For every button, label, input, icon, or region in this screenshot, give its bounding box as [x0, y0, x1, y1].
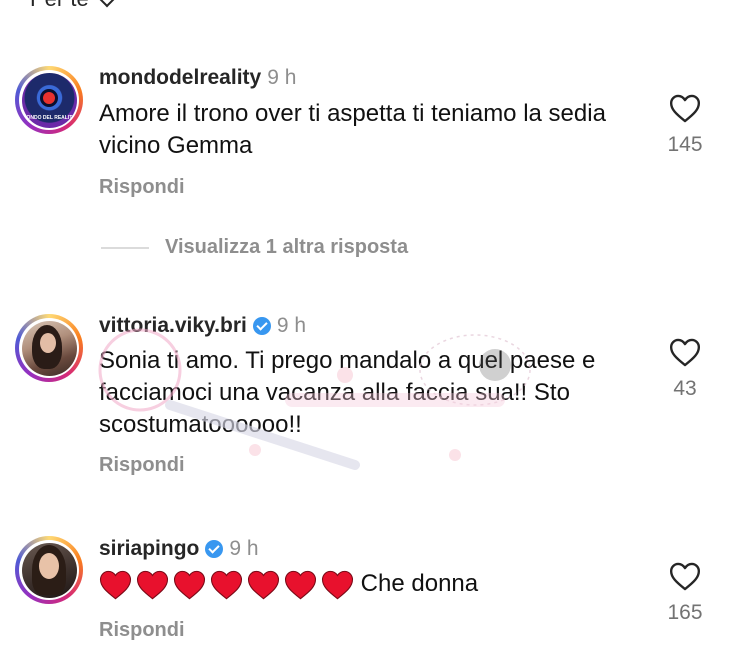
verified-badge-icon	[252, 317, 271, 335]
heart-outline-icon[interactable]	[669, 94, 701, 123]
reply-button[interactable]: Rispondi	[99, 454, 185, 477]
heart-outline-icon[interactable]	[669, 338, 701, 367]
sort-label: Per te	[30, 0, 89, 12]
comment-text: Che donna	[99, 568, 639, 600]
comment-header: mondodelreality 9 h	[99, 66, 296, 90]
heart-outline-icon[interactable]	[669, 562, 701, 591]
like-count: 165	[667, 601, 703, 624]
username-link[interactable]: siriapingo	[99, 537, 199, 561]
red-heart-emoji-icon	[321, 570, 354, 599]
red-heart-emoji-icon	[247, 570, 280, 599]
username-link[interactable]: vittoria.viky.bri	[99, 314, 247, 338]
comment-text: Sonia ti amo. Ti prego mandalo a quel pa…	[99, 347, 596, 438]
red-heart-emoji-icon	[284, 570, 317, 599]
divider	[101, 246, 149, 249]
comment-time: 9 h	[276, 314, 307, 337]
comment-text: Amore il trono over ti aspetta ti teniam…	[99, 100, 606, 159]
reply-button[interactable]: Rispondi	[99, 619, 185, 642]
like-control: 145	[660, 94, 710, 157]
avatar-image-mondodelreality: MONDO DEL REALITY	[21, 72, 77, 128]
avatar-caption: MONDO DEL REALITY	[22, 114, 76, 121]
chevron-down-icon	[95, 0, 119, 8]
avatar[interactable]	[15, 314, 83, 382]
like-count: 145	[667, 133, 703, 156]
comment-time: 9 h	[267, 66, 297, 89]
verified-badge-icon	[205, 540, 224, 558]
avatar-image-vittoria	[21, 320, 77, 376]
reply-button[interactable]: Rispondi	[99, 176, 185, 199]
heart-emoji-row	[99, 570, 354, 600]
red-heart-emoji-icon	[99, 570, 132, 599]
username-link[interactable]: mondodelreality	[99, 66, 261, 90]
view-replies-label: Visualizza 1 altra risposta	[165, 236, 409, 258]
like-count: 43	[673, 377, 697, 400]
like-control: 43	[660, 338, 710, 401]
comment-header: siriapingo 9 h	[99, 537, 259, 561]
red-heart-emoji-icon	[173, 570, 206, 599]
comment-header: vittoria.viky.bri 9 h	[99, 314, 306, 338]
avatar-image-siriapingo	[21, 542, 77, 598]
avatar[interactable]	[15, 536, 83, 604]
comment-text-suffix: Che donna	[360, 570, 479, 597]
comment-time: 9 h	[229, 537, 259, 560]
avatar[interactable]: MONDO DEL REALITY	[15, 66, 83, 134]
view-replies-button[interactable]: Visualizza 1 altra risposta	[101, 236, 408, 259]
sort-dropdown[interactable]: Per te	[30, 0, 119, 12]
red-heart-emoji-icon	[210, 570, 243, 599]
red-heart-emoji-icon	[136, 570, 169, 599]
like-control: 165	[660, 562, 710, 625]
